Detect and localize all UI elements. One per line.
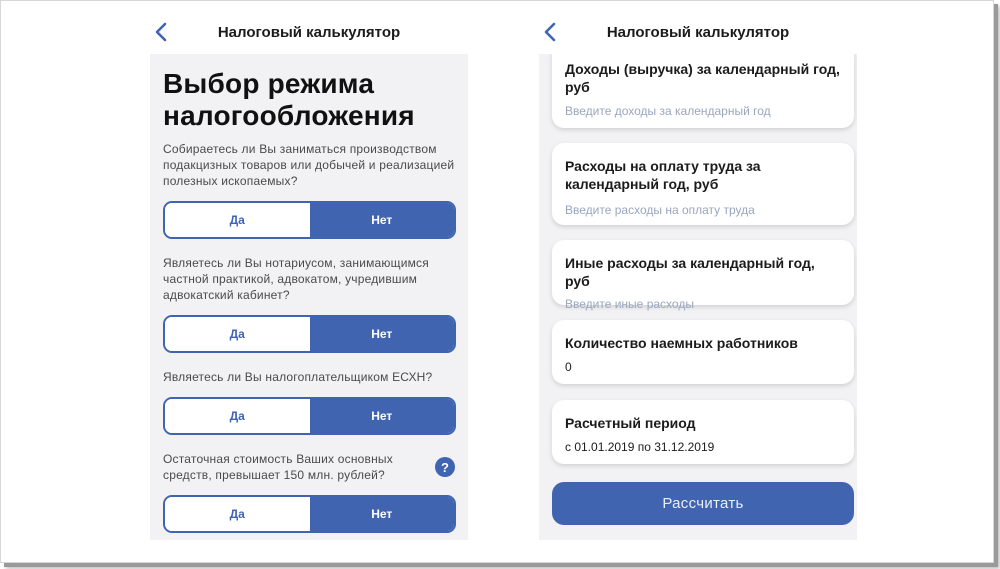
toggle-notary: Да Нет xyxy=(163,315,456,353)
no-button[interactable]: Нет xyxy=(309,203,454,237)
question-notary: Являетесь ли Вы нотариусом, занимающимся… xyxy=(163,256,429,302)
mode-form: Выбор режима налогообложения Собираетесь… xyxy=(150,54,468,540)
calculate-button[interactable]: Рассчитать xyxy=(552,482,854,525)
salary-field[interactable]: Расходы на оплату труда за календарный г… xyxy=(552,143,854,225)
toggle-excise: Да Нет xyxy=(163,201,456,239)
question-assets-row: Остаточная стоимость Ваших основных сред… xyxy=(163,451,456,483)
salary-input[interactable]: Введите расходы на оплату труда xyxy=(565,203,841,217)
yes-button[interactable]: Да xyxy=(165,399,310,433)
other-expenses-field[interactable]: Иные расходы за календарный год, руб Вве… xyxy=(552,240,854,311)
question-circle-icon[interactable]: ? xyxy=(435,457,455,477)
yes-button[interactable]: Да xyxy=(165,317,310,351)
nav-title: Налоговый калькулятор xyxy=(606,23,790,41)
nav-title: Налоговый калькулятор xyxy=(217,23,401,41)
field-label: Количество наемных работников xyxy=(565,335,798,351)
chevron-left-icon[interactable] xyxy=(541,22,561,42)
income-field[interactable]: Доходы (выручка) за календарный год, руб… xyxy=(552,44,854,128)
no-button[interactable]: Нет xyxy=(309,399,454,433)
page-title: Выбор режима налогообложения xyxy=(163,68,415,131)
field-label: Иные расходы за календарный год, руб xyxy=(565,255,815,289)
field-label: Расчетный период xyxy=(565,415,696,431)
yes-button[interactable]: Да xyxy=(165,203,310,237)
nav-bar: Налоговый калькулятор xyxy=(150,10,468,54)
chevron-left-icon[interactable] xyxy=(152,22,172,42)
question-excise: Собираетесь ли Вы заниматься производств… xyxy=(163,142,455,188)
employees-value[interactable]: 0 xyxy=(565,360,841,374)
toggle-assets: Да Нет xyxy=(163,495,456,533)
yes-button[interactable]: Да xyxy=(165,497,310,531)
question-eshn: Являетесь ли Вы налогоплательщиком ЕСХН? xyxy=(163,370,433,384)
nav-bar: Налоговый калькулятор xyxy=(539,10,857,54)
no-button[interactable]: Нет xyxy=(309,497,454,531)
calc-form: Доходы (выручка) за календарный год, руб… xyxy=(539,44,857,540)
period-value[interactable]: с 01.01.2019 по 31.12.2019 xyxy=(565,440,841,454)
question-assets: Остаточная стоимость Ваших основных сред… xyxy=(163,452,393,482)
field-label: Расходы на оплату труда за календарный г… xyxy=(565,158,761,192)
period-field[interactable]: Расчетный период с 01.01.2019 по 31.12.2… xyxy=(552,400,854,464)
employees-field[interactable]: Количество наемных работников 0 xyxy=(552,320,854,384)
toggle-eshn: Да Нет xyxy=(163,397,456,435)
tax-calc-screen: Доходы (выручка) за календарный год, руб… xyxy=(539,0,857,540)
field-label: Доходы (выручка) за календарный год, руб xyxy=(565,61,840,95)
no-button[interactable]: Нет xyxy=(309,317,454,351)
income-input[interactable]: Введите доходы за календарный год xyxy=(565,104,841,118)
tax-mode-screen: Налоговый калькулятор Выбор режима налог… xyxy=(150,0,468,540)
other-expenses-input[interactable]: Введите иные расходы xyxy=(565,297,841,311)
